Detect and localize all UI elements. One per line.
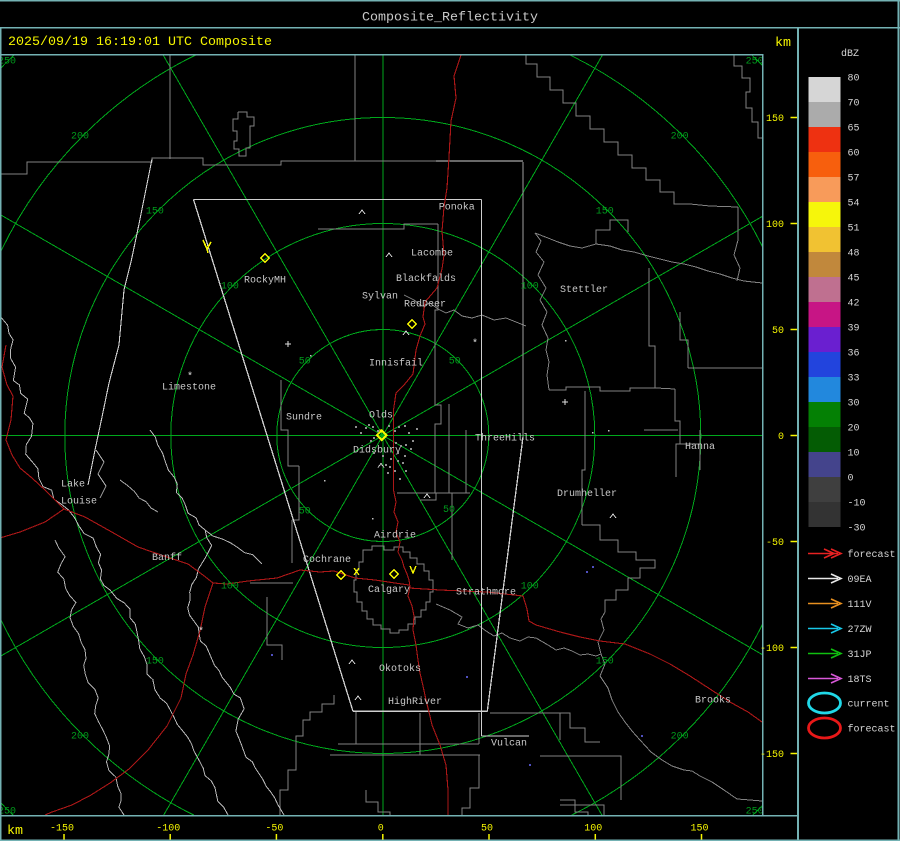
- svg-text:65: 65: [848, 124, 860, 135]
- svg-text:111V: 111V: [848, 600, 872, 611]
- svg-text:48: 48: [848, 249, 860, 260]
- svg-text:33: 33: [848, 374, 860, 385]
- svg-text:200: 200: [671, 731, 689, 742]
- svg-text:50: 50: [481, 824, 493, 835]
- svg-text:Vulcan: Vulcan: [491, 738, 527, 750]
- svg-text:250: 250: [746, 57, 764, 68]
- svg-text:50: 50: [299, 507, 311, 518]
- svg-text:27ZW: 27ZW: [848, 625, 872, 636]
- svg-text:Brooks: Brooks: [695, 694, 731, 706]
- svg-text:0: 0: [778, 432, 784, 443]
- svg-text:Sylvan: Sylvan: [362, 291, 398, 303]
- svg-text:39: 39: [848, 324, 860, 335]
- svg-text:30: 30: [848, 399, 860, 410]
- svg-text:forecast: forecast: [848, 724, 896, 736]
- svg-text:150: 150: [596, 656, 614, 667]
- svg-text:42: 42: [848, 299, 860, 310]
- svg-text:Stettler: Stettler: [560, 284, 608, 296]
- svg-text:Composite_Reflectivity: Composite_Reflectivity: [362, 11, 538, 26]
- svg-text:Hanna: Hanna: [685, 442, 715, 453]
- svg-text:09EA: 09EA: [848, 575, 872, 586]
- svg-text:*: *: [198, 626, 204, 638]
- svg-text:-150: -150: [50, 824, 74, 835]
- svg-text:-30: -30: [848, 524, 866, 535]
- svg-text:Cochrane: Cochrane: [303, 554, 351, 566]
- svg-text:Strathmore: Strathmore: [456, 587, 516, 599]
- svg-text:100: 100: [521, 282, 539, 293]
- svg-text:200: 200: [671, 132, 689, 143]
- svg-text:dBZ: dBZ: [841, 48, 859, 60]
- svg-text:-10: -10: [848, 499, 866, 510]
- svg-text:Didsbury: Didsbury: [353, 445, 401, 457]
- svg-text:0: 0: [848, 474, 854, 485]
- svg-text:current: current: [848, 700, 890, 711]
- svg-text:RedDeer: RedDeer: [404, 299, 446, 311]
- svg-text:10: 10: [848, 449, 860, 460]
- svg-text:36: 36: [848, 349, 860, 360]
- svg-text:51: 51: [848, 224, 860, 235]
- svg-text:Olds: Olds: [369, 410, 393, 422]
- svg-text:150: 150: [690, 824, 708, 835]
- svg-text:200: 200: [71, 731, 89, 742]
- svg-text:-150: -150: [760, 750, 784, 761]
- svg-text:50: 50: [449, 357, 461, 368]
- svg-text:Limestone: Limestone: [162, 382, 216, 394]
- svg-text:57: 57: [848, 174, 860, 185]
- svg-text:150: 150: [146, 656, 164, 667]
- svg-text:Blackfalds: Blackfalds: [396, 273, 456, 285]
- svg-text:-50: -50: [265, 824, 283, 835]
- svg-text:*: *: [472, 338, 478, 350]
- svg-text:km: km: [7, 824, 23, 839]
- svg-text:Okotoks: Okotoks: [379, 663, 421, 675]
- svg-text:100: 100: [521, 581, 539, 592]
- svg-text:18TS: 18TS: [848, 675, 872, 686]
- svg-text:70: 70: [848, 99, 860, 110]
- svg-text:Lake: Lake: [61, 479, 85, 491]
- svg-text:100: 100: [766, 220, 784, 231]
- svg-text:Airdrie: Airdrie: [374, 530, 416, 542]
- svg-text:-100: -100: [156, 824, 180, 835]
- svg-text:RockyMH: RockyMH: [244, 275, 286, 287]
- svg-text:Ponoka: Ponoka: [439, 202, 475, 214]
- svg-text:100: 100: [584, 824, 602, 835]
- svg-text:0: 0: [378, 824, 384, 835]
- svg-text:31JP: 31JP: [848, 650, 872, 661]
- svg-text:60: 60: [848, 149, 860, 160]
- svg-text:45: 45: [848, 274, 860, 285]
- svg-text:250: 250: [0, 57, 16, 68]
- svg-text:50: 50: [299, 357, 311, 368]
- svg-text:Sundre: Sundre: [286, 412, 322, 424]
- svg-text:150: 150: [146, 207, 164, 218]
- svg-text:Banff: Banff: [152, 552, 182, 564]
- svg-text:54: 54: [848, 199, 860, 210]
- svg-text:50: 50: [772, 326, 784, 337]
- svg-text:Louise: Louise: [61, 496, 97, 508]
- svg-text:20: 20: [848, 424, 860, 435]
- svg-text:HighRiver: HighRiver: [388, 696, 442, 708]
- svg-text:2025/09/19 16:19:01 UTC Compos: 2025/09/19 16:19:01 UTC Composite: [8, 35, 272, 50]
- svg-text:150: 150: [766, 114, 784, 125]
- svg-text:100: 100: [221, 581, 239, 592]
- svg-text:*: *: [187, 371, 193, 383]
- svg-text:forecast: forecast: [848, 549, 896, 561]
- svg-text:Calgary: Calgary: [368, 584, 410, 596]
- svg-text:-50: -50: [766, 538, 784, 549]
- svg-text:100: 100: [221, 282, 239, 293]
- svg-text:80: 80: [848, 74, 860, 85]
- svg-text:200: 200: [71, 132, 89, 143]
- svg-text:-100: -100: [760, 644, 784, 655]
- svg-text:150: 150: [596, 207, 614, 218]
- svg-text:50: 50: [443, 505, 455, 516]
- svg-text:ThreeHills: ThreeHills: [475, 433, 535, 445]
- svg-text:Lacombe: Lacombe: [411, 248, 453, 260]
- svg-text:Innisfail: Innisfail: [369, 358, 423, 370]
- svg-text:km: km: [775, 36, 791, 51]
- svg-text:Drumheller: Drumheller: [557, 488, 617, 500]
